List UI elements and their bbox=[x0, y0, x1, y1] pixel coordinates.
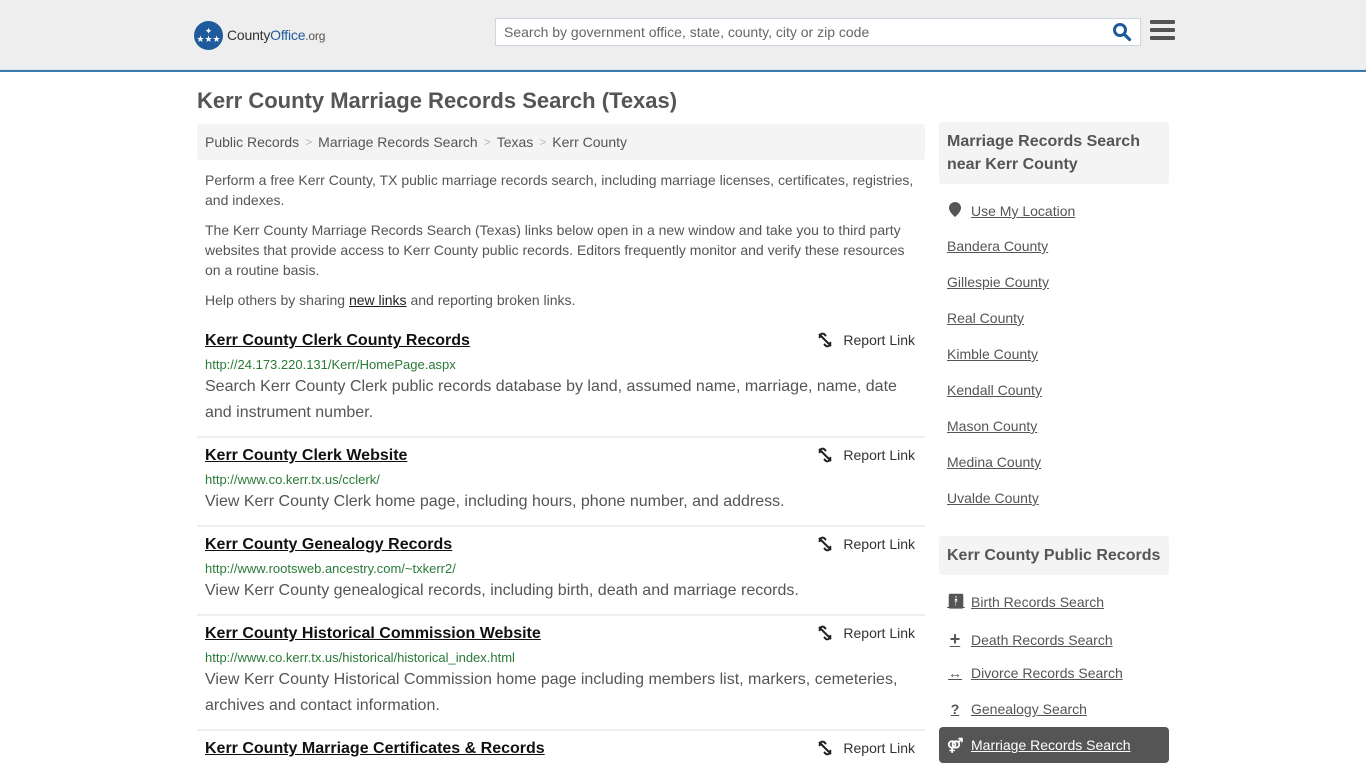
marriage-records-active-item[interactable]: ⚤ Marriage Records Search bbox=[939, 727, 1169, 763]
breadcrumb: Public Records > Marriage Records Search… bbox=[197, 124, 925, 160]
search-icon bbox=[1113, 23, 1132, 42]
child-icon: 🚹︎ bbox=[947, 593, 965, 609]
nearby-county-link[interactable]: Bandera County bbox=[947, 238, 1048, 254]
map-pin-icon bbox=[947, 202, 963, 220]
result-title-link[interactable]: Kerr County Historical Commission Websit… bbox=[205, 624, 541, 644]
menu-bar-icon bbox=[1150, 28, 1175, 32]
breadcrumb-separator: > bbox=[539, 135, 547, 149]
result-description: View Kerr County Historical Commission h… bbox=[205, 671, 898, 714]
result-title-link[interactable]: Kerr County Clerk Website bbox=[205, 446, 407, 466]
logo-name-part1: County bbox=[227, 27, 271, 43]
report-link-label: Report Link bbox=[843, 740, 915, 756]
death-records-label: Death Records Search bbox=[971, 631, 1113, 648]
menu-bar-icon bbox=[1150, 20, 1175, 24]
share-links-paragraph: Help others by sharing new links and rep… bbox=[205, 290, 920, 310]
logo-name-part2: Office bbox=[270, 27, 306, 43]
gender-rings-icon: ⚤ bbox=[947, 736, 964, 753]
birth-records-label: Birth Records Search bbox=[971, 593, 1105, 610]
result-item: Kerr County Genealogy Records http://www… bbox=[197, 527, 925, 616]
result-item: Kerr County Clerk County Records http://… bbox=[197, 323, 925, 438]
report-link-button[interactable]: Report Link bbox=[817, 740, 915, 756]
share-text: Help others by sharing bbox=[205, 292, 349, 308]
report-link-label: Report Link bbox=[843, 332, 915, 348]
breadcrumb-separator: > bbox=[305, 135, 313, 149]
result-title-link[interactable]: Kerr County Genealogy Records bbox=[205, 535, 452, 555]
disclaimer-paragraph: The Kerr County Marriage Records Search … bbox=[205, 222, 905, 278]
page-title: Kerr County Marriage Records Search (Tex… bbox=[197, 88, 678, 113]
breadcrumb-separator: > bbox=[483, 135, 491, 149]
breadcrumb-marriage-records[interactable]: Marriage Records Search bbox=[318, 134, 478, 150]
genealogy-search-label: Genealogy Search bbox=[971, 701, 1087, 717]
public-records-heading: Kerr County Public Records bbox=[939, 536, 1169, 575]
broken-link-icon bbox=[818, 332, 833, 348]
result-url: http://www.co.kerr.tx.us/historical/hist… bbox=[205, 650, 515, 665]
use-my-location-link[interactable]: Use My Location bbox=[947, 202, 1075, 220]
new-links-link[interactable]: new links bbox=[349, 292, 407, 308]
broken-link-icon bbox=[818, 447, 833, 463]
result-item: Kerr County Clerk Website http://www.co.… bbox=[197, 438, 925, 527]
top-header: ✦ ★★★ CountyOffice.org bbox=[0, 0, 1366, 72]
report-link-label: Report Link bbox=[843, 447, 915, 463]
share-text-end: and reporting broken links. bbox=[406, 292, 576, 308]
result-description: Search Kerr County Clerk public records … bbox=[205, 378, 897, 421]
search-input[interactable] bbox=[496, 19, 1106, 45]
results-list: Kerr County Clerk County Records http://… bbox=[197, 323, 925, 769]
intro-paragraph: Perform a free Kerr County, TX public ma… bbox=[205, 172, 914, 208]
result-url: http://24.173.220.131/Kerr/HomePage.aspx bbox=[205, 357, 456, 372]
result-url: http://www.rootsweb.ancestry.com/~txkerr… bbox=[205, 561, 456, 576]
eagle-stars-logo-icon: ✦ ★★★ bbox=[194, 20, 223, 50]
result-item: Kerr County Historical Commission Websit… bbox=[197, 616, 925, 731]
arrows-horizontal-icon: ↔ bbox=[948, 665, 962, 681]
cross-icon: + bbox=[949, 629, 961, 649]
nearby-county-link[interactable]: Uvalde County bbox=[947, 490, 1039, 506]
result-url: http://www.co.kerr.tx.us/cclerk/ bbox=[205, 472, 380, 487]
report-link-button[interactable]: Report Link bbox=[817, 332, 915, 348]
nearby-county-link[interactable]: Medina County bbox=[947, 454, 1041, 470]
search-button[interactable] bbox=[1112, 22, 1132, 42]
report-link-button[interactable]: Report Link bbox=[817, 447, 915, 463]
logo-suffix: .org bbox=[305, 29, 326, 43]
logo-text: CountyOffice.org bbox=[227, 27, 325, 43]
use-my-location-label: Use My Location bbox=[971, 203, 1076, 219]
result-item: Kerr County Marriage Certificates & Reco… bbox=[197, 731, 925, 769]
death-records-link[interactable]: + Death Records Search bbox=[947, 629, 1113, 650]
divorce-records-link[interactable]: ↔ Divorce Records Search bbox=[947, 665, 1123, 681]
nearby-county-link[interactable]: Kendall County bbox=[947, 382, 1042, 398]
breadcrumb-public-records[interactable]: Public Records bbox=[205, 134, 299, 150]
nearby-county-link[interactable]: Real County bbox=[947, 310, 1024, 326]
birth-records-link[interactable]: 🚹︎ Birth Records Search bbox=[947, 593, 1104, 610]
breadcrumb-texas[interactable]: Texas bbox=[497, 134, 534, 150]
result-description: View Kerr County Clerk home page, includ… bbox=[205, 493, 785, 510]
search-box bbox=[495, 18, 1141, 46]
nearby-county-link[interactable]: Gillespie County bbox=[947, 274, 1049, 290]
divorce-records-label: Divorce Records Search bbox=[971, 665, 1123, 681]
report-link-label: Report Link bbox=[843, 536, 915, 552]
result-title-link[interactable]: Kerr County Clerk County Records bbox=[205, 331, 470, 351]
hamburger-menu-button[interactable] bbox=[1150, 20, 1175, 41]
result-title-link[interactable]: Kerr County Marriage Certificates & Reco… bbox=[205, 739, 545, 759]
question-icon: ? bbox=[950, 701, 960, 717]
breadcrumb-kerr-county: Kerr County bbox=[552, 134, 627, 150]
nearby-county-link[interactable]: Kimble County bbox=[947, 346, 1038, 362]
genealogy-search-link[interactable]: ? Genealogy Search bbox=[947, 701, 1087, 717]
marriage-records-link[interactable]: Marriage Records Search bbox=[971, 737, 1131, 753]
result-description: View Kerr County genealogical records, i… bbox=[205, 582, 799, 599]
menu-bar-icon bbox=[1150, 36, 1175, 40]
nearby-heading: Marriage Records Search near Kerr County bbox=[939, 122, 1169, 184]
report-link-label: Report Link bbox=[843, 625, 915, 641]
broken-link-icon bbox=[818, 625, 833, 641]
site-logo[interactable]: ✦ ★★★ CountyOffice.org bbox=[194, 20, 325, 50]
broken-link-icon bbox=[818, 536, 833, 552]
broken-link-icon bbox=[818, 740, 833, 756]
report-link-button[interactable]: Report Link bbox=[817, 536, 915, 552]
report-link-button[interactable]: Report Link bbox=[817, 625, 915, 641]
nearby-county-link[interactable]: Mason County bbox=[947, 418, 1037, 434]
